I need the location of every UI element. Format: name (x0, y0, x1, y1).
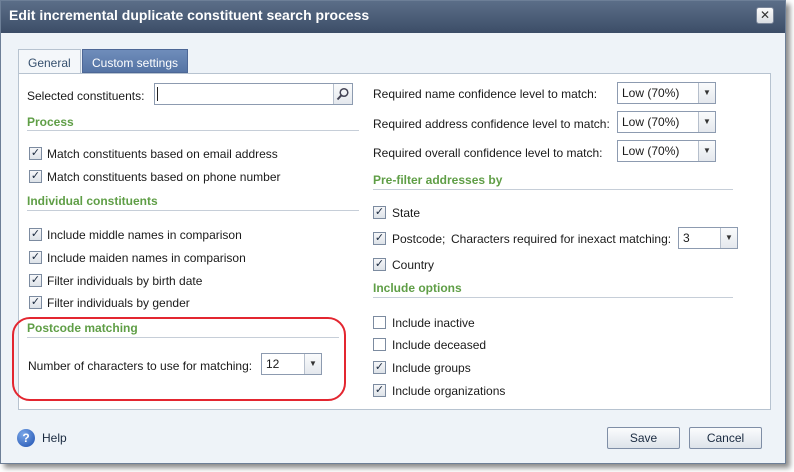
checkbox-label: Postcode; (392, 232, 446, 246)
check-icon: ✓ (30, 296, 41, 308)
name-confidence-select[interactable]: Low (70%) ▼ (617, 82, 716, 104)
tab-label: General (28, 56, 71, 70)
checkbox-gender[interactable]: ✓ (29, 296, 42, 309)
divider (27, 130, 359, 131)
check-icon: ✓ (374, 361, 385, 373)
search-button[interactable] (333, 84, 352, 104)
checkbox-postcode[interactable]: ✓ (373, 232, 386, 245)
name-confidence-label: Required name confidence level to match: (373, 87, 598, 101)
close-button[interactable]: ✕ (756, 7, 774, 24)
divider (373, 189, 733, 190)
cancel-button[interactable]: Cancel (689, 427, 762, 449)
checkbox-birth-date[interactable]: ✓ (29, 274, 42, 287)
dialog-window: Edit incremental duplicate constituent s… (0, 0, 786, 464)
inexact-matching-label: Characters required for inexact matching… (451, 232, 672, 246)
checkbox-state[interactable]: ✓ (373, 206, 386, 219)
checkbox-label: Filter individuals by birth date (47, 274, 203, 288)
address-confidence-select[interactable]: Low (70%) ▼ (617, 111, 716, 133)
checkbox-include-groups[interactable]: ✓ (373, 361, 386, 374)
help-icon[interactable]: ? (17, 429, 35, 447)
dialog-title: Edit incremental duplicate constituent s… (9, 7, 370, 23)
title-bar: Edit incremental duplicate constituent s… (1, 1, 785, 33)
check-icon: ✓ (374, 232, 385, 244)
include-options-section-title: Include options (373, 281, 462, 295)
prefilter-section-title: Pre-filter addresses by (373, 173, 503, 187)
checkbox-label: Include middle names in comparison (47, 228, 242, 242)
chevron-down-icon[interactable]: ▼ (698, 141, 715, 161)
checkbox-label: Include organizations (392, 384, 506, 398)
checkbox-country[interactable]: ✓ (373, 258, 386, 271)
process-section-title: Process (27, 115, 74, 129)
checkbox-middle-names[interactable]: ✓ (29, 228, 42, 241)
check-icon: ✓ (30, 147, 41, 159)
tab-label: Custom settings (92, 56, 179, 70)
check-icon: ✓ (374, 384, 385, 396)
overall-confidence-label: Required overall confidence level to mat… (373, 146, 603, 160)
check-icon: ✓ (30, 170, 41, 182)
check-icon: ✓ (30, 274, 41, 286)
help-link[interactable]: Help (42, 431, 67, 445)
select-value: 3 (683, 231, 690, 245)
selected-constituents-label: Selected constituents: (27, 89, 145, 103)
divider (27, 210, 359, 211)
checkbox-label: Match constituents based on phone number (47, 170, 281, 184)
address-confidence-label: Required address confidence level to mat… (373, 117, 610, 131)
chevron-down-icon[interactable]: ▼ (720, 228, 737, 248)
check-icon: ✓ (374, 206, 385, 218)
individual-constituents-section-title: Individual constituents (27, 194, 158, 208)
select-value: Low (70%) (622, 115, 680, 129)
search-icon (336, 87, 349, 101)
chevron-down-icon[interactable]: ▼ (698, 83, 715, 103)
checkbox-include-inactive[interactable] (373, 316, 386, 329)
checkbox-label: Include groups (392, 361, 471, 375)
checkbox-label: Include inactive (392, 316, 475, 330)
inexact-matching-select[interactable]: 3 ▼ (678, 227, 738, 249)
checkbox-label: State (392, 206, 421, 220)
checkbox-label: Country (392, 258, 435, 272)
close-icon: ✕ (759, 8, 771, 22)
checkbox-match-email[interactable]: ✓ (29, 147, 42, 160)
checkbox-include-deceased[interactable] (373, 338, 386, 351)
checkbox-label: Include maiden names in comparison (47, 251, 246, 265)
selected-constituents-field[interactable] (154, 83, 353, 105)
check-icon: ✓ (30, 228, 41, 240)
checkbox-label: Match constituents based on email addres… (47, 147, 278, 161)
select-value: Low (70%) (622, 144, 680, 158)
save-button[interactable]: Save (607, 427, 680, 449)
highlight-annotation (12, 317, 346, 401)
checkbox-label: Include deceased (392, 338, 487, 352)
chevron-down-icon[interactable]: ▼ (698, 112, 715, 132)
overall-confidence-select[interactable]: Low (70%) ▼ (617, 140, 716, 162)
select-value: Low (70%) (622, 86, 680, 100)
checkbox-include-organizations[interactable]: ✓ (373, 384, 386, 397)
tab-custom-settings[interactable]: Custom settings (82, 49, 189, 73)
checkbox-label: Filter individuals by gender (47, 296, 190, 310)
tab-general[interactable]: General (18, 49, 81, 73)
check-icon: ✓ (374, 258, 385, 270)
divider (373, 297, 733, 298)
text-cursor (157, 87, 158, 101)
checkbox-maiden-names[interactable]: ✓ (29, 251, 42, 264)
check-icon: ✓ (30, 251, 41, 263)
checkbox-match-phone[interactable]: ✓ (29, 170, 42, 183)
